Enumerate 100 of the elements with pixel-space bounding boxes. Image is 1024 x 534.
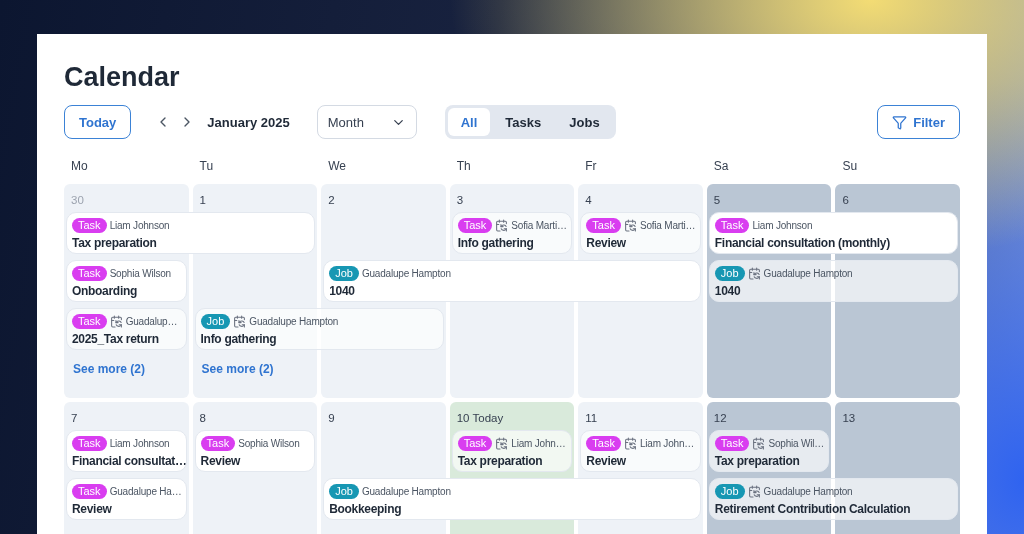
assignee-name: Liam John… [511,438,566,449]
recurring-calendar-icon [747,267,761,280]
day-number: 10 Today [455,411,504,424]
recurring-calendar-icon [233,315,247,328]
event-title: Tax preparation [72,236,157,250]
today-button[interactable]: Today [64,105,132,139]
event-type-tag: Task [72,314,107,329]
period-label: January 2025 [207,114,290,130]
day-number: 9 [327,411,335,424]
assignee-name: Sophia Wilson [238,438,300,449]
event-title: Info gathering [200,332,277,346]
event-card[interactable]: Task Liam Johnson Tax preparation [66,212,316,254]
weekday-label: Su [841,159,859,173]
event-title: Review [586,454,626,468]
see-more-link[interactable]: See more (2) [73,362,146,376]
see-more-link[interactable]: See more (2) [201,362,274,376]
assignee-name: Guadalupe Hampton [361,268,451,279]
event-title: 2025_Tax return [72,332,159,346]
weekday-label: We [327,159,347,173]
day-number: 12 [712,411,727,424]
view-dropdown[interactable]: Month [316,105,417,139]
assignee-name: Liam John… [639,438,695,449]
assignee-name: Sophia Wilson [109,268,171,279]
event-card[interactable]: Task Sophia Wilson Onboarding [66,260,187,302]
event-type-tag: Task [72,218,107,233]
filter-tab[interactable]: All [447,108,491,136]
event-card[interactable]: Job Guadalupe Hampton Bookkeeping [323,478,701,520]
recurring-calendar-icon [623,437,637,450]
event-card[interactable]: Task Guadalupe Ha… Review [66,478,187,520]
event-type-tag: Task [586,218,621,233]
assignee-name: Guadalupe Hampton [361,486,451,497]
event-card[interactable]: Task Sofia Marti… Review [580,212,701,254]
day-number: 1 [198,193,206,206]
event-card[interactable]: Task Sofia Marti… Info gathering [451,212,573,254]
event-card[interactable]: Task Liam John… Review [580,430,701,472]
event-title: Financial consultat… [72,454,186,468]
day-number: 11 [584,411,598,424]
event-title: Retirement Contribution Calculation [714,502,911,516]
event-title: Review [72,502,112,516]
event-title: Review [586,236,626,250]
assignee-name: Guadalupe Hampton [763,486,853,497]
assignee-name: Sofia Marti… [639,220,696,231]
recurring-calendar-icon [752,437,766,450]
assignee-name: Guadalupe Hampton [249,316,339,327]
event-card[interactable]: Task Liam Johnson Financial consultat… [66,430,187,472]
event-card[interactable]: Task Sophia Wil… Tax preparation [708,430,830,472]
assignee-name: Liam Johnson [109,220,170,231]
event-card[interactable]: Job Guadalupe Hampton 1040 [323,260,701,302]
event-title: Tax preparation [714,454,800,468]
recurring-calendar-icon [495,437,509,450]
assignee-name: Liam Johnson [752,220,813,231]
assignee-name: Sophia Wil… [768,438,825,449]
day-number: 2 [327,193,335,206]
filter-tab[interactable]: Jobs [556,108,613,136]
event-title: 1040 [714,284,741,298]
recurring-calendar-icon [623,219,637,232]
event-card[interactable]: Task Liam John… Tax preparation [451,430,573,472]
day-number: 13 [841,411,856,424]
weekday-label: Sa [712,159,730,173]
event-card[interactable]: Job Guadalupe Hampton Info gathering [194,308,444,350]
event-card[interactable]: Task Guadalup… 2025_Tax return [66,308,187,350]
event-title: Bookkeeping [329,502,402,516]
event-card[interactable]: Job Guadalupe Hampton Retirement Contribution Calculation [708,478,958,520]
weekday-label: Mo [70,159,89,173]
assignee-name: Liam Johnson [109,438,170,449]
event-type-tag: Task [714,218,750,233]
event-title: Financial consultation (monthly) [714,236,890,250]
weekday-label: Fr [584,159,598,173]
weekday-label: Tu [198,159,215,173]
event-title: Onboarding [72,284,137,298]
event-type-tag: Task [72,484,107,499]
filter-button[interactable]: Filter [877,105,960,139]
assignee-name: Guadalup… [125,316,178,327]
assignee-name: Guadalupe Ha… [109,486,182,497]
event-type-tag: Task [72,436,107,451]
day-number: 6 [841,193,849,206]
weekday-label: Th [455,159,472,173]
filter-tab[interactable]: Tasks [492,108,555,136]
day-number: 8 [198,411,206,424]
event-type-tag: Task [72,266,107,281]
event-card[interactable]: Task Sophia Wilson Review [194,430,316,472]
event-card[interactable]: Task Liam Johnson Financial consultation (monthly) [708,212,958,254]
event-title: 1040 [329,284,355,298]
day-number: 4 [584,193,592,206]
recurring-calendar-icon [747,485,761,498]
event-title: Tax preparation [457,454,543,468]
event-title: Review [200,454,241,468]
recurring-calendar-icon [495,219,509,232]
event-type-tag: Task [200,436,236,451]
event-type-tag: Job [329,484,359,499]
day-number: 3 [455,193,464,206]
assignee-name: Guadalupe Hampton [763,268,853,279]
event-type-tag: Job [329,266,359,281]
day-number: 7 [70,411,78,424]
event-card[interactable]: Job Guadalupe Hampton 1040 [708,260,958,302]
day-number: 30 [70,193,84,206]
event-type-tag: Task [586,436,621,451]
event-title: Info gathering [457,236,534,250]
page-title: Calendar [64,62,181,93]
filter-icon [892,114,908,130]
